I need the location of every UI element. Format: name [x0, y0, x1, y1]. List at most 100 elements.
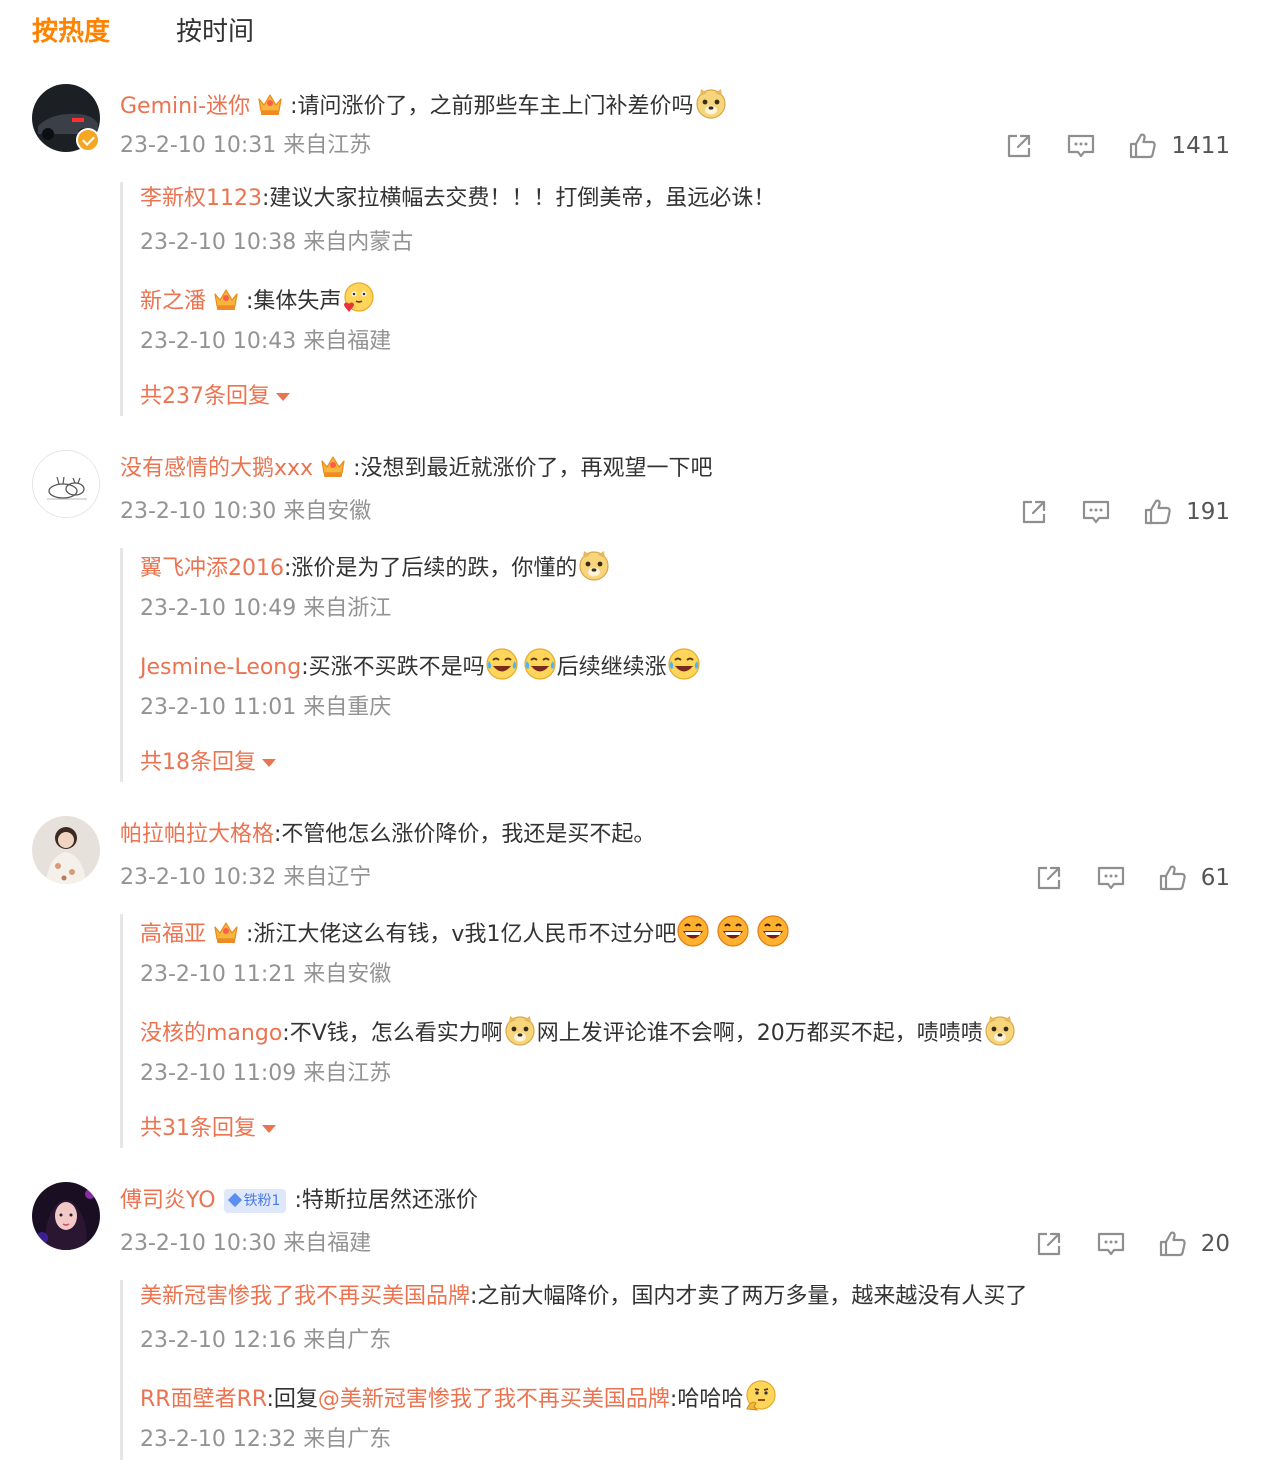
comment-actions: 191: [988, 495, 1230, 529]
reply-text: :买涨不买跌不是吗: [301, 655, 485, 680]
comment-actions: 61: [1003, 861, 1230, 895]
share-icon[interactable]: [1033, 1228, 1065, 1260]
reply-username[interactable]: 美新冠害惨我了我不再买美国品牌: [140, 1284, 470, 1309]
comment-username[interactable]: 傅司炎YO: [120, 1188, 216, 1213]
comment-username[interactable]: 没有感情的大鹅xxx: [120, 456, 313, 481]
reply-body: 翼飞冲添2016:涨价是为了后续的跌，你懂的: [140, 548, 611, 586]
diamond-icon: [227, 1192, 242, 1208]
grin-emoji: [676, 914, 710, 948]
crown-badge-icon: [319, 453, 347, 479]
like-count: 20: [1200, 1231, 1230, 1257]
reply-body: RR面壁者RR:回复@美新冠害惨我了我不再买美国品牌:哈哈哈: [140, 1379, 777, 1417]
share-icon[interactable]: [1003, 130, 1035, 162]
reply-username[interactable]: 没核的mango: [140, 1021, 282, 1046]
comment-username[interactable]: Gemini-迷你: [120, 94, 250, 119]
reply-text: :浙江大佬这么有钱，v我1亿人民币不过分吧: [246, 922, 677, 947]
reply-username[interactable]: 李新权1123: [140, 186, 262, 211]
fan-level-badge: 铁粉1: [223, 1189, 287, 1213]
caret-down-icon: [262, 759, 276, 767]
like-icon[interactable]: [1127, 130, 1159, 162]
mention-link[interactable]: @美新冠害惨我了我不再买美国品牌: [318, 1387, 670, 1412]
comment-username[interactable]: 帕拉帕拉大格格: [120, 822, 274, 847]
reply-body: 高福亚 :浙江大佬这么有钱，v我1亿人民币不过分吧: [140, 914, 790, 952]
reply-text: :不V钱，怎么看实力啊: [282, 1021, 503, 1046]
reply-list: 高福亚 :浙江大佬这么有钱，v我1亿人民币不过分吧 23-2-10 11:21 来…: [120, 914, 1230, 1148]
like-count: 191: [1186, 499, 1230, 525]
avatar[interactable]: [32, 816, 100, 884]
reply-meta: 23-2-10 12:16 来自广东: [140, 1328, 392, 1353]
comment-body: 帕拉帕拉大格格:不管他怎么涨价降价，我还是买不起。: [120, 818, 655, 852]
more-replies-link[interactable]: 共18条回复: [140, 748, 276, 778]
reply-meta: 23-2-10 10:49 来自浙江: [140, 596, 392, 621]
crown-badge-icon: [212, 919, 240, 945]
reply-meta: 23-2-10 11:09 来自江苏: [140, 1061, 392, 1086]
avatar[interactable]: [32, 1182, 100, 1250]
think-emoji: [743, 1379, 777, 1413]
shy-emoji: [341, 281, 375, 315]
reply-meta: 23-2-10 12:32 来自广东: [140, 1427, 392, 1452]
verified-badge-icon: [76, 128, 100, 152]
like-count: 1411: [1171, 133, 1230, 159]
reply-username[interactable]: 新之潘: [140, 289, 206, 314]
grin-emoji: [756, 914, 790, 948]
more-replies-label: 共237条回复: [140, 384, 270, 409]
comment-icon[interactable]: [1065, 130, 1097, 162]
reply-meta: 23-2-10 11:21 来自安徽: [140, 962, 392, 987]
comment-meta: 23-2-10 10:31 来自江苏: [120, 133, 372, 158]
comment-icon[interactable]: [1095, 862, 1127, 894]
reply-list: 李新权1123:建议大家拉横幅去交费！！！打倒美帝，虽远必诛！ 23-2-10 …: [120, 182, 1230, 416]
doge-emoji: [503, 1013, 537, 1047]
more-replies-link[interactable]: 共31条回复: [140, 1114, 276, 1144]
laugh-cry-emoji: [485, 647, 519, 681]
comment-text: :不管他怎么涨价降价，我还是买不起。: [274, 822, 656, 847]
tab-by-time[interactable]: 按时间: [176, 14, 254, 50]
reply-text: :回复: [266, 1387, 318, 1412]
tab-by-hot[interactable]: 按热度: [32, 14, 110, 50]
like-icon[interactable]: [1157, 1228, 1189, 1260]
reply-body: 美新冠害惨我了我不再买美国品牌:之前大幅降价，国内才卖了两万多量，越来越没有人买…: [140, 1280, 1027, 1314]
share-icon[interactable]: [1018, 496, 1050, 528]
caret-down-icon: [262, 1125, 276, 1133]
reply-username[interactable]: 翼飞冲添2016: [140, 556, 284, 581]
reply-body: Jesmine-Leong:买涨不买跌不是吗 后续继续涨: [140, 647, 701, 685]
reply-meta: 23-2-10 10:43 来自福建: [140, 329, 392, 354]
avatar[interactable]: [32, 450, 100, 518]
reply-text-continued: 后续继续涨: [556, 655, 667, 680]
like-count: 61: [1200, 865, 1230, 891]
comment-body: Gemini-迷你 :请问涨价了，之前那些车主上门补差价吗: [120, 86, 728, 124]
like-icon[interactable]: [1157, 862, 1189, 894]
comment-icon[interactable]: [1080, 496, 1112, 528]
more-replies-label: 共18条回复: [140, 750, 256, 775]
comment-meta: 23-2-10 10:30 来自安徽: [120, 499, 372, 524]
comment-actions: 1411: [973, 129, 1230, 163]
doge-emoji: [694, 86, 728, 120]
fan-level-label: 铁粉1: [243, 1193, 281, 1209]
reply-meta: 23-2-10 10:38 来自内蒙古: [140, 230, 414, 255]
like-icon[interactable]: [1142, 496, 1174, 528]
reply-username[interactable]: RR面壁者RR: [140, 1387, 266, 1412]
comment-text: :请问涨价了，之前那些车主上门补差价吗: [290, 94, 694, 119]
comment-text: :特斯拉居然还涨价: [294, 1188, 478, 1213]
doge-emoji: [983, 1013, 1017, 1047]
crown-badge-icon: [256, 91, 284, 117]
comment-meta: 23-2-10 10:32 来自辽宁: [120, 865, 372, 890]
reply-username[interactable]: 高福亚: [140, 922, 206, 947]
reply-text: :之前大幅降价，国内才卖了两万多量，越来越没有人买了: [470, 1284, 1028, 1309]
share-icon[interactable]: [1033, 862, 1065, 894]
comment-body: 没有感情的大鹅xxx:没想到最近就涨价了，再观望一下吧: [120, 452, 712, 486]
reply-list: 美新冠害惨我了我不再买美国品牌:之前大幅降价，国内才卖了两万多量，越来越没有人买…: [120, 1280, 1230, 1460]
reply-text: :建议大家拉横幅去交费！！！打倒美帝，虽远必诛！: [262, 186, 776, 211]
reply-body: 李新权1123:建议大家拉横幅去交费！！！打倒美帝，虽远必诛！: [140, 182, 775, 216]
laugh-cry-emoji: [523, 647, 557, 681]
crown-badge-icon: [212, 286, 240, 312]
reply-text: :涨价是为了后续的跌，你懂的: [284, 556, 578, 581]
laugh-cry-emoji: [667, 647, 701, 681]
comment-icon[interactable]: [1095, 1228, 1127, 1260]
reply-list: 翼飞冲添2016:涨价是为了后续的跌，你懂的 23-2-10 10:49 来自浙…: [120, 548, 1230, 782]
more-replies-link[interactable]: 共237条回复: [140, 382, 290, 412]
reply-username[interactable]: Jesmine-Leong: [140, 655, 301, 680]
caret-down-icon: [276, 393, 290, 401]
comment-meta: 23-2-10 10:30 来自福建: [120, 1231, 372, 1256]
reply-text-continued: 网上发评论谁不会啊，20万都买不起，啧啧啧: [536, 1021, 983, 1046]
more-replies-label: 共31条回复: [140, 1116, 256, 1141]
